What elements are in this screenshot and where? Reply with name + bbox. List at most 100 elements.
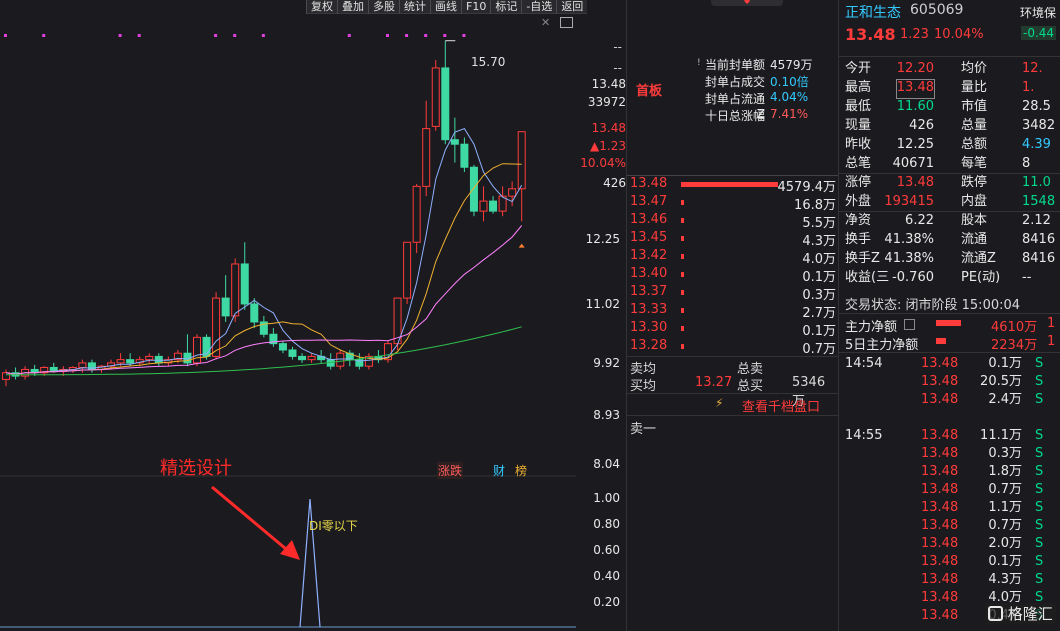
order-stat-label: 当前封单额 <box>704 58 765 72</box>
toolbar-item[interactable]: 叠加 <box>337 0 368 14</box>
ind-tick: 0.60 <box>593 543 620 557</box>
toolbar-item[interactable]: 复权 <box>306 0 337 14</box>
tick-side: S <box>1035 536 1044 551</box>
axis-tick: 9.92 <box>593 356 620 370</box>
tick-side: S <box>1035 428 1044 443</box>
candle-body <box>469 166 478 212</box>
watermark: 格隆汇 <box>985 603 1056 624</box>
toolbar-item[interactable]: 标记 <box>490 0 521 14</box>
tick-price: 13.48 <box>921 356 959 371</box>
badge-zhangdie[interactable]: 涨跌 <box>437 462 464 479</box>
tick-price: 13.48 <box>921 518 959 533</box>
bid-volume: 5.5万 <box>802 216 836 231</box>
kline-chart[interactable] <box>0 14 576 631</box>
app-root: 复权 叠加 多股 统计 画线 F10 标记 -自选 返回 ✕ -- -- 13.48 33972… <box>0 0 1060 631</box>
toolbar-item[interactable]: -自选 <box>521 0 556 14</box>
candle-body <box>403 241 412 299</box>
order-stat-value: 0.10倍 <box>770 75 809 89</box>
tick-volume: 11.1万 <box>980 428 1022 443</box>
quote-label: 总量 <box>961 118 988 133</box>
order-book-panel: ◆ 首板 ! 当前封单额 4579万 封单占成交 0.10倍 封单占流通Z 4.04% 十日… <box>626 0 838 631</box>
candle-body <box>193 336 201 364</box>
quote-label: 外盘 <box>845 194 872 209</box>
quote-value: 12.20 <box>896 61 934 76</box>
indicator-label: DI零以下 <box>309 519 358 533</box>
quote-value: 1. <box>1022 80 1035 95</box>
quote-value: 2.12 <box>1022 213 1051 228</box>
toolbar-item[interactable]: 多股 <box>368 0 399 14</box>
trade-status: 交易状态: 闭市阶段 15:00:04 <box>845 298 1021 313</box>
ind-tick: 0.80 <box>593 517 620 531</box>
candle-body <box>508 188 517 197</box>
view-depth-link[interactable]: 查看千档盘口 <box>742 396 820 415</box>
quote-value: 6.22 <box>905 213 934 228</box>
annotation-arrow <box>211 485 293 556</box>
quote-label: 流通 <box>961 232 988 247</box>
order-stat-value: 7.41% <box>770 107 809 121</box>
quote-label: 换手Z <box>845 251 880 266</box>
bid-price: 13.37 <box>630 284 668 299</box>
candle-body <box>441 67 450 141</box>
candle-body <box>336 352 345 367</box>
bid-price: 13.30 <box>630 320 668 335</box>
flow5-tail: 1 <box>1047 334 1056 349</box>
tick-side: S <box>1035 500 1044 515</box>
quote-label: 昨收 <box>845 137 872 152</box>
main-flow-tail: 1 <box>1047 316 1056 331</box>
order-stat-value: 4.04% <box>770 90 809 104</box>
axis-dash-2: -- <box>613 61 622 75</box>
quote-value: 13.48 <box>896 175 934 190</box>
tick-price: 13.48 <box>921 446 959 461</box>
toolbar-item[interactable]: 画线 <box>430 0 461 14</box>
ma20-line <box>5 225 523 375</box>
candle-body <box>450 139 459 145</box>
toolbar-item[interactable]: F10 <box>461 0 490 14</box>
order-stat-value: 4579万 <box>770 58 813 72</box>
watermark-text: 格隆汇 <box>1007 605 1053 623</box>
candle-body <box>298 355 307 361</box>
main-flow-label: 主力净额 <box>845 320 898 335</box>
bid-bar <box>681 236 684 241</box>
axis-vol-now: 426 <box>578 176 626 190</box>
quote-label: 收益(三 <box>845 270 890 285</box>
axis-tick: 8.04 <box>593 457 620 471</box>
quote-value: 8416 <box>1022 232 1056 247</box>
tick-volume: 1.1万 <box>988 500 1022 515</box>
candle-body <box>116 359 125 364</box>
candle-body <box>78 362 87 368</box>
tick-side: S <box>1035 446 1044 461</box>
tick-side: S <box>1035 572 1044 587</box>
order-stat-label: 封单占成交 <box>704 75 765 89</box>
candle-body <box>231 263 240 317</box>
bid-volume: 4.0万 <box>802 252 836 267</box>
tick-volume: 0.7万 <box>988 482 1022 497</box>
kline-chart-panel[interactable]: 复权 叠加 多股 统计 画线 F10 标记 -自选 返回 ✕ -- -- 13.48 33972… <box>0 0 626 631</box>
sell1-label: 卖一 <box>630 422 657 437</box>
quote-value: 1548 <box>1022 194 1056 209</box>
candle-body <box>250 303 259 323</box>
annotation-arrowhead <box>280 540 300 560</box>
dot-icon: ◆ <box>744 0 751 5</box>
signal-dot <box>405 34 409 37</box>
quote-value: 41.38% <box>884 251 934 266</box>
price-pct: 10.04% <box>934 27 984 42</box>
quote-label: 现量 <box>845 118 872 133</box>
tick-volume: 2.0万 <box>988 536 1022 551</box>
stock-code: 605069 <box>910 2 964 18</box>
toolbar-item[interactable]: 返回 <box>556 0 587 14</box>
bid-volume: 0.1万 <box>802 324 836 339</box>
quote-value: 193415 <box>884 194 934 209</box>
stock-name[interactable]: 正和生态 <box>845 2 901 22</box>
toolbar-item[interactable]: 统计 <box>399 0 430 14</box>
badge-bang[interactable]: 榜 <box>515 462 527 479</box>
candle-body <box>288 349 297 357</box>
doc-icon[interactable] <box>904 319 915 330</box>
bid-bar <box>681 218 684 223</box>
signal-dot <box>42 34 46 37</box>
sector-name[interactable]: 环境保 <box>1020 4 1056 21</box>
tick-price: 13.48 <box>921 464 959 479</box>
badge-cai[interactable]: 财 <box>493 462 505 479</box>
flow5-label: 5日主力净额 <box>845 338 919 353</box>
quote-label: PE(动) <box>961 270 1001 285</box>
candle-body <box>412 185 421 243</box>
